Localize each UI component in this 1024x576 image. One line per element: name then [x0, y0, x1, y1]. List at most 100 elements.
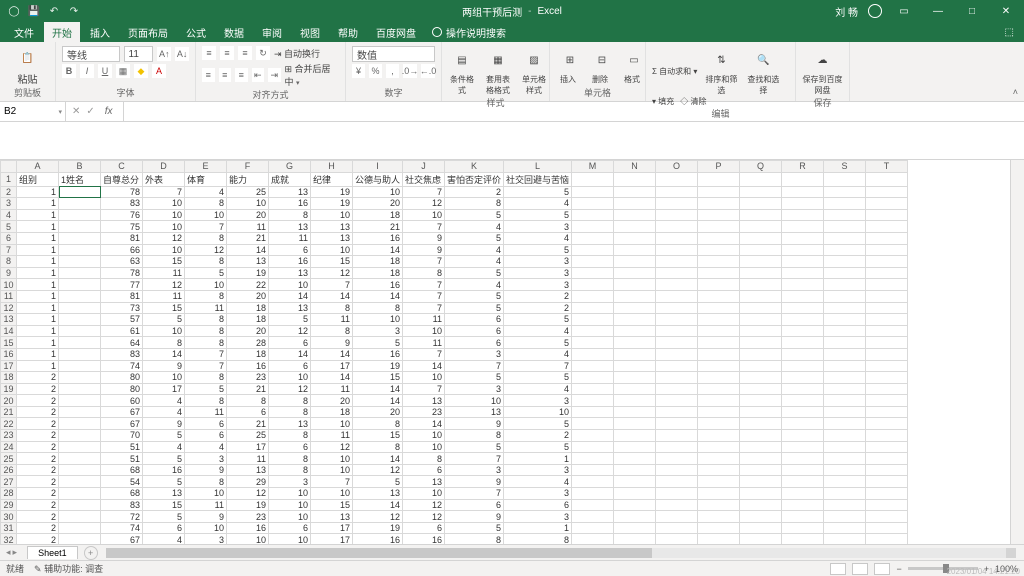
cell-E6[interactable]: 8 — [185, 232, 227, 244]
cell-K18[interactable]: 5 — [445, 372, 504, 384]
cell-C13[interactable]: 57 — [101, 314, 143, 326]
cell-Q24[interactable] — [740, 441, 782, 453]
cell-L24[interactable]: 5 — [504, 441, 572, 453]
cell-O29[interactable] — [656, 499, 698, 511]
cell-Q17[interactable] — [740, 360, 782, 372]
cell-O17[interactable] — [656, 360, 698, 372]
cell-K20[interactable]: 10 — [445, 395, 504, 407]
cell-P6[interactable] — [698, 232, 740, 244]
cell-G23[interactable]: 8 — [269, 430, 311, 442]
row-header-9[interactable]: 9 — [1, 267, 17, 279]
cell-T6[interactable] — [866, 232, 908, 244]
cell-N2[interactable] — [614, 186, 656, 198]
cell-D20[interactable]: 4 — [143, 395, 185, 407]
cell-Q25[interactable] — [740, 453, 782, 465]
cell-T15[interactable] — [866, 337, 908, 349]
cell-F6[interactable]: 21 — [227, 232, 269, 244]
cell-A3[interactable]: 1 — [17, 198, 59, 210]
cell-F1[interactable]: 能力 — [227, 172, 269, 186]
cell-B28[interactable] — [59, 488, 101, 500]
cell-L4[interactable]: 5 — [504, 209, 572, 221]
cell-G5[interactable]: 13 — [269, 221, 311, 233]
cell-Q29[interactable] — [740, 499, 782, 511]
cell-H16[interactable]: 14 — [311, 348, 353, 360]
paste-button[interactable]: 📋 — [14, 46, 42, 71]
cell-M6[interactable] — [572, 232, 614, 244]
cell-D24[interactable]: 4 — [143, 441, 185, 453]
cell-G4[interactable]: 8 — [269, 209, 311, 221]
font-name-select[interactable]: 等线 — [62, 46, 120, 62]
cell-O1[interactable] — [656, 172, 698, 186]
cell-K7[interactable]: 4 — [445, 244, 504, 256]
cell-D11[interactable]: 11 — [143, 290, 185, 302]
cell-K30[interactable]: 9 — [445, 511, 504, 523]
col-header-D[interactable]: D — [143, 161, 185, 173]
cell-P31[interactable] — [698, 522, 740, 534]
row-header-6[interactable]: 6 — [1, 232, 17, 244]
cell-L1[interactable]: 社交回避与苦恼 — [504, 172, 572, 186]
cell-J32[interactable]: 16 — [403, 534, 445, 544]
cell-J19[interactable]: 7 — [403, 383, 445, 395]
vertical-scrollbar[interactable] — [1010, 160, 1024, 544]
cell-K24[interactable]: 5 — [445, 441, 504, 453]
view-layout-icon[interactable] — [852, 563, 868, 575]
cell-A2[interactable]: 1 — [17, 186, 59, 198]
cell-J21[interactable]: 23 — [403, 406, 445, 418]
cell-G7[interactable]: 6 — [269, 244, 311, 256]
increase-font-icon[interactable]: A↑ — [157, 47, 171, 61]
cell-J12[interactable]: 7 — [403, 302, 445, 314]
cell-N27[interactable] — [614, 476, 656, 488]
cell-T32[interactable] — [866, 534, 908, 544]
col-header-A[interactable]: A — [17, 161, 59, 173]
cell-H22[interactable]: 10 — [311, 418, 353, 430]
currency-icon[interactable]: ¥ — [352, 64, 365, 78]
cell-F12[interactable]: 18 — [227, 302, 269, 314]
cell-H7[interactable]: 10 — [311, 244, 353, 256]
cell-K1[interactable]: 害怕否定评价 — [445, 172, 504, 186]
inc-decimal-icon[interactable]: .0→ — [403, 64, 417, 78]
cell-F31[interactable]: 16 — [227, 522, 269, 534]
cell-F25[interactable]: 11 — [227, 453, 269, 465]
cell-R4[interactable] — [782, 209, 824, 221]
cell-N25[interactable] — [614, 453, 656, 465]
cell-H21[interactable]: 18 — [311, 406, 353, 418]
cell-B5[interactable] — [59, 221, 101, 233]
cell-M24[interactable] — [572, 441, 614, 453]
cell-N1[interactable] — [614, 172, 656, 186]
cell-O8[interactable] — [656, 256, 698, 268]
col-header-K[interactable]: K — [445, 161, 504, 173]
cell-B25[interactable] — [59, 453, 101, 465]
cell-B22[interactable] — [59, 418, 101, 430]
cell-H28[interactable]: 10 — [311, 488, 353, 500]
cell-J4[interactable]: 10 — [403, 209, 445, 221]
cell-K21[interactable]: 13 — [445, 406, 504, 418]
col-header-G[interactable]: G — [269, 161, 311, 173]
cell-K16[interactable]: 3 — [445, 348, 504, 360]
cell-M10[interactable] — [572, 279, 614, 291]
cell-B8[interactable] — [59, 256, 101, 268]
cell-style-button[interactable]: ▨单元格样式 — [520, 46, 548, 96]
cell-E14[interactable]: 8 — [185, 325, 227, 337]
cell-F21[interactable]: 6 — [227, 406, 269, 418]
row-header-25[interactable]: 25 — [1, 453, 17, 465]
cell-F23[interactable]: 25 — [227, 430, 269, 442]
col-header-C[interactable]: C — [101, 161, 143, 173]
cell-C32[interactable]: 67 — [101, 534, 143, 544]
cell-N30[interactable] — [614, 511, 656, 523]
minimize-icon[interactable]: — — [926, 1, 950, 21]
cell-T29[interactable] — [866, 499, 908, 511]
cell-T10[interactable] — [866, 279, 908, 291]
cell-P8[interactable] — [698, 256, 740, 268]
cell-S14[interactable] — [824, 325, 866, 337]
cell-J7[interactable]: 9 — [403, 244, 445, 256]
cell-T13[interactable] — [866, 314, 908, 326]
cell-I11[interactable]: 14 — [353, 290, 403, 302]
cell-M22[interactable] — [572, 418, 614, 430]
cell-N3[interactable] — [614, 198, 656, 210]
cell-A17[interactable]: 1 — [17, 360, 59, 372]
cell-A19[interactable]: 2 — [17, 383, 59, 395]
cell-A27[interactable]: 2 — [17, 476, 59, 488]
cell-A5[interactable]: 1 — [17, 221, 59, 233]
cell-N4[interactable] — [614, 209, 656, 221]
cell-D23[interactable]: 5 — [143, 430, 185, 442]
